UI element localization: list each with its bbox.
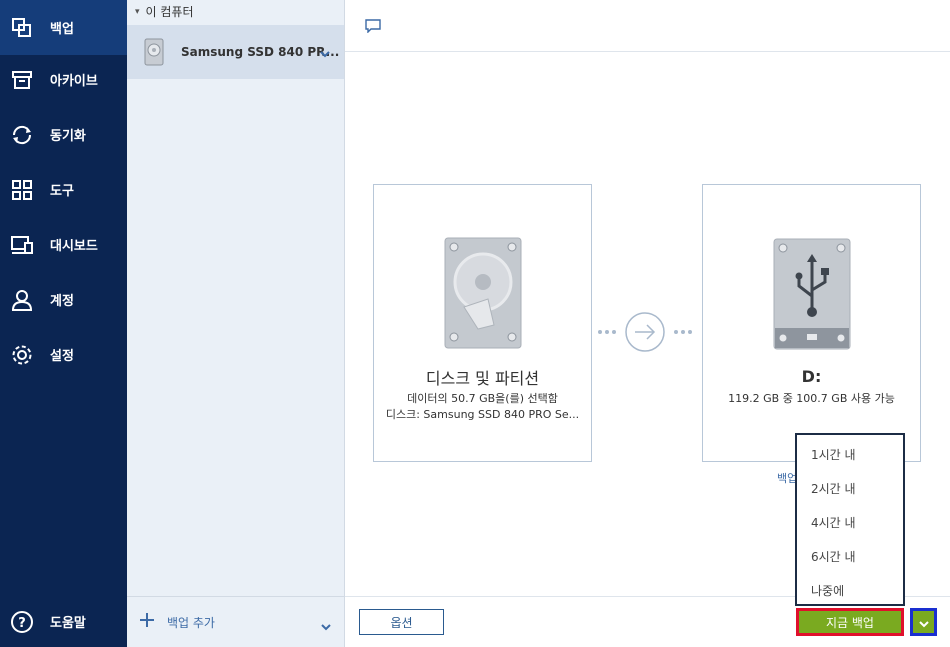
sidebar-item-label: 대시보드 <box>50 239 98 254</box>
sidebar-item-label: 계정 <box>50 294 74 309</box>
backup-schedule-menu: 1시간 내 2시간 내 4시간 내 6시간 내 나중에 <box>795 433 905 606</box>
sidebar-item-backup[interactable]: 백업 <box>0 0 127 55</box>
disk-icon <box>144 38 164 70</box>
menu-item-1h[interactable]: 1시간 내 <box>811 446 856 463</box>
chevron-down-icon[interactable] <box>319 44 331 63</box>
chevron-down-icon[interactable] <box>320 617 332 636</box>
sidebar-item-label: 동기화 <box>50 129 86 144</box>
sidebar: 백업 아카이브 동기화 도구 대시보드 계정 설정 ? 도움말 <box>0 0 127 647</box>
backup-now-button[interactable]: 지금 백업 <box>796 608 904 636</box>
plus-icon <box>139 612 155 632</box>
sidebar-item-label: 아카이브 <box>50 74 98 89</box>
chevron-down-icon <box>918 613 929 632</box>
source-card-size: 데이터의 50.7 GB을(를) 선택함 <box>407 392 558 405</box>
add-backup-label: 백업 추가 <box>167 615 215 630</box>
add-backup-bar[interactable]: 백업 추가 <box>127 596 344 647</box>
sidebar-item-tools[interactable]: 도구 <box>0 162 127 217</box>
sidebar-item-label: 백업 <box>50 22 74 37</box>
sidebar-item-settings[interactable]: 설정 <box>0 327 127 382</box>
menu-item-later[interactable]: 나중에 <box>811 582 844 599</box>
menu-item-4h[interactable]: 4시간 내 <box>811 514 856 531</box>
sidebar-item-help[interactable]: ? 도움말 <box>0 594 127 647</box>
flow-arrow <box>595 312 695 352</box>
gear-icon <box>10 343 34 367</box>
sidebar-item-sync[interactable]: 동기화 <box>0 107 127 162</box>
sidebar-item-account[interactable]: 계정 <box>0 272 127 327</box>
backup-schedule-dropdown-button[interactable] <box>910 608 937 636</box>
destination-card-title: D: <box>801 367 822 386</box>
menu-item-2h[interactable]: 2시간 내 <box>811 480 856 497</box>
sidebar-item-dashboard[interactable]: 대시보드 <box>0 217 127 272</box>
copy-icon <box>10 16 34 40</box>
destination-card-space: 119.2 GB 중 100.7 GB 사용 가능 <box>728 392 895 405</box>
source-item-disk[interactable]: Samsung SSD 840 PR... <box>127 25 344 79</box>
sidebar-item-label: 도움말 <box>50 616 86 631</box>
top-bar <box>345 0 950 52</box>
source-card-disk: 디스크: Samsung SSD 840 PRO Se... <box>385 408 580 421</box>
menu-item-6h[interactable]: 6시간 내 <box>811 548 856 565</box>
chevron-down-icon: ▾ <box>135 6 140 17</box>
archive-icon <box>10 68 34 92</box>
options-button[interactable]: 옵션 <box>359 609 444 635</box>
dashboard-icon <box>10 233 34 257</box>
source-card-title: 디스크 및 파티션 <box>425 369 540 388</box>
destination-card[interactable]: D: 119.2 GB 중 100.7 GB 사용 가능 <box>702 184 921 462</box>
source-group-label: 이 컴퓨터 <box>145 5 194 19</box>
hard-disk-icon <box>444 237 522 353</box>
source-card[interactable]: 디스크 및 파티션 데이터의 50.7 GB을(를) 선택함 디스크: Sams… <box>373 184 592 462</box>
source-item-label: Samsung SSD 840 PR... <box>181 45 340 59</box>
help-icon: ? <box>10 610 34 634</box>
source-panel: ▾ 이 컴퓨터 Samsung SSD 840 PR... 백업 추가 <box>127 0 345 647</box>
sidebar-item-archive[interactable]: 아카이브 <box>0 52 127 107</box>
main-area: 디스크 및 파티션 데이터의 50.7 GB을(를) 선택함 디스크: Sams… <box>345 0 950 647</box>
source-group-header[interactable]: ▾ 이 컴퓨터 <box>135 3 194 20</box>
sidebar-item-label: 설정 <box>50 349 74 364</box>
grid-icon <box>10 178 34 202</box>
sidebar-item-label: 도구 <box>50 184 74 199</box>
user-icon <box>10 288 34 312</box>
sync-icon <box>10 123 34 147</box>
usb-drive-icon <box>773 238 851 354</box>
svg-text:?: ? <box>18 616 26 631</box>
comment-icon[interactable] <box>365 18 381 37</box>
